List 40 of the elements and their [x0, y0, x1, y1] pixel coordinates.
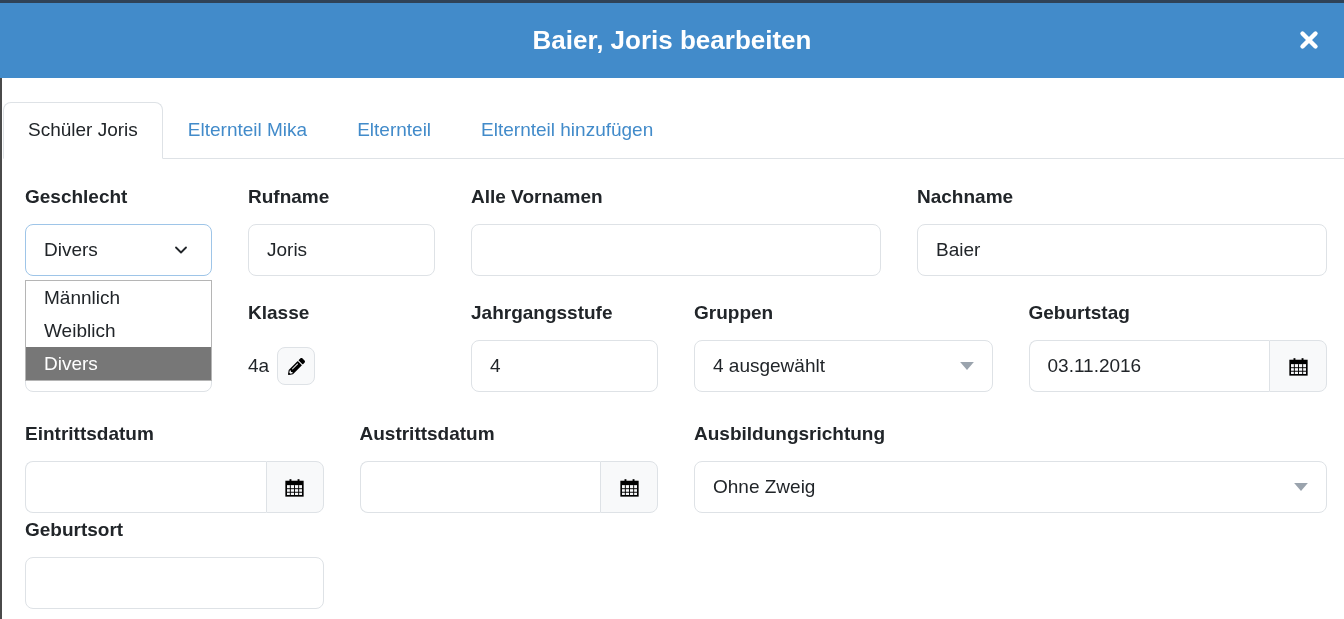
calendar-icon — [619, 477, 639, 497]
dialog-title: Baier, Joris bearbeiten — [532, 24, 812, 57]
field-label: Ausbildungsrichtung — [694, 423, 886, 444]
caret-down-icon — [959, 362, 974, 370]
field-label: Geburtstag — [1028, 302, 1130, 323]
text-field[interactable]: 4 — [471, 340, 658, 392]
dropdown-option[interactable]: Divers — [26, 347, 211, 380]
tab[interactable]: Elternteil — [332, 102, 457, 159]
tab[interactable]: Elternteil Mika — [162, 102, 333, 159]
field-label: Geschlecht — [25, 186, 128, 207]
select-field[interactable]: Ohne Zweig — [694, 461, 1327, 513]
tab[interactable]: Elternteil hinzufügen — [456, 102, 679, 159]
select-field[interactable]: 4 ausgewählt — [694, 340, 993, 392]
edit-button[interactable] — [277, 347, 316, 385]
calendar-button[interactable] — [265, 461, 324, 513]
caret-down-icon — [1294, 483, 1308, 491]
text-field[interactable]: Joris — [248, 224, 435, 276]
field-label: Nachname — [917, 186, 1014, 207]
tab[interactable]: Schüler Joris — [3, 102, 163, 159]
field-label: Austrittsdatum — [359, 423, 495, 444]
text-field[interactable] — [471, 224, 881, 276]
select-field[interactable]: Divers — [25, 224, 212, 276]
calendar-icon — [1288, 356, 1308, 376]
field-label: Rufname — [248, 186, 330, 207]
field-label: Klasse — [248, 302, 310, 323]
date-field[interactable] — [25, 461, 266, 513]
field-label: Eintrittsdatum — [25, 423, 154, 444]
field-label: Geburtsort — [25, 519, 124, 540]
date-field[interactable] — [359, 461, 600, 513]
pencil-icon — [287, 357, 305, 375]
field-label: Gruppen — [694, 302, 774, 323]
field-label: Jahrgangsstufe — [471, 302, 613, 323]
calendar-button[interactable] — [1269, 340, 1327, 392]
calendar-button[interactable] — [600, 461, 658, 513]
calendar-icon — [285, 477, 304, 497]
text-field[interactable] — [25, 557, 324, 609]
class-value: 4a — [248, 353, 270, 378]
field-label: Alle Vornamen — [471, 186, 603, 207]
text-field[interactable]: Baier — [917, 224, 1327, 276]
date-field[interactable]: 03.11.2016 — [1028, 340, 1269, 392]
